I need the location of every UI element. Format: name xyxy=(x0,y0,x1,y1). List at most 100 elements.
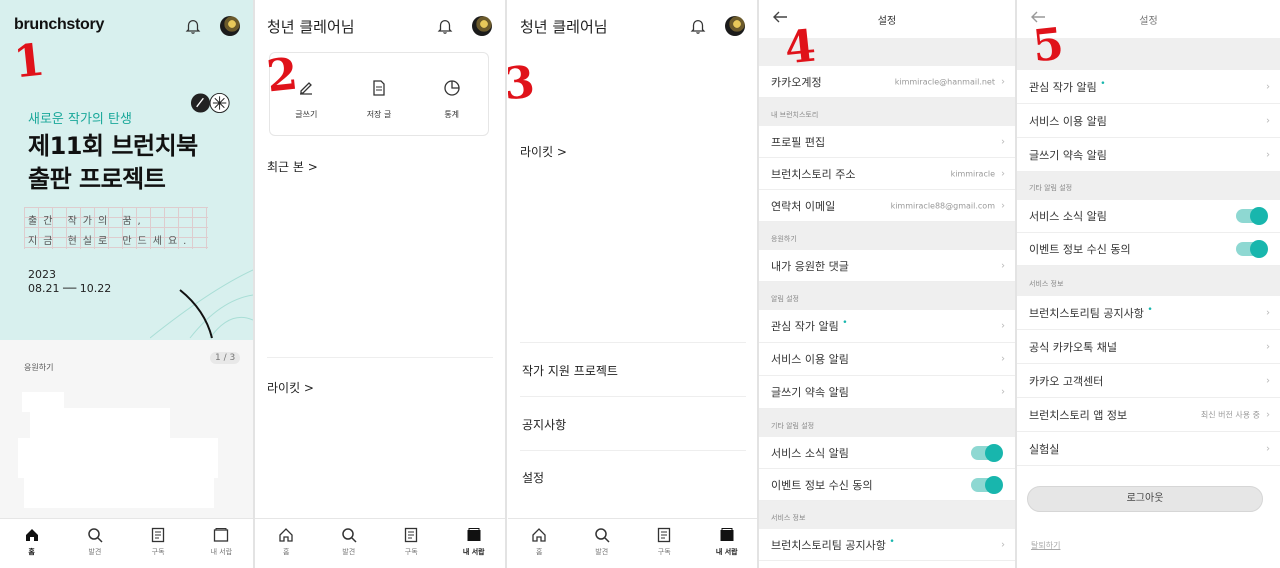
row-kakao-cs[interactable]: 카카오 고객센터 › xyxy=(1017,364,1280,398)
tab-label: 홈 xyxy=(28,548,35,556)
saved-posts-button[interactable]: 저장 글 xyxy=(343,53,416,135)
avatar[interactable] xyxy=(472,16,492,36)
logout-button[interactable]: 로그아웃 xyxy=(1027,486,1263,512)
panel-settings-bottom: 설정 관심 작가 알림 • › 서비스 이용 알림 › 글쓰기 약속 알림 › … xyxy=(1017,0,1280,568)
chevron-right-icon: › xyxy=(1266,115,1270,126)
banner-subtitle: 새로운 작가의 탄생 xyxy=(28,112,132,127)
step-number: 1 xyxy=(11,34,48,89)
tab-subscribe[interactable]: 구독 xyxy=(127,519,190,568)
search-icon xyxy=(88,528,103,543)
likeit-link[interactable]: 라이킷 > xyxy=(520,143,567,160)
row-service-use-alarm[interactable]: 서비스 이용 알림 › xyxy=(759,343,1015,376)
search-icon xyxy=(342,528,357,543)
tab-label: 발견 xyxy=(88,548,102,556)
stats-label: 통계 xyxy=(444,110,460,119)
chevron-right-icon: › xyxy=(1266,375,1270,386)
row-label-text: 브런치스토리팀 공지사항 xyxy=(771,538,886,552)
tab-subscribe[interactable]: 구독 xyxy=(633,519,696,568)
group-header: 응원하기 xyxy=(759,222,1015,250)
row-contact-email[interactable]: 연락처 이메일 kimmiracle88@gmail.com › xyxy=(759,190,1015,222)
row-writing-promise-alarm[interactable]: 글쓰기 약속 알림 › xyxy=(1017,138,1280,172)
write-label: 글쓰기 xyxy=(295,110,318,119)
toggle-switch[interactable] xyxy=(971,443,1003,462)
new-dot-icon: • xyxy=(1147,304,1153,315)
home-icon xyxy=(25,529,38,541)
toggle-switch[interactable] xyxy=(1236,240,1268,258)
drawer-icon xyxy=(467,528,481,541)
row-value: kimmiracle@hanmail.net xyxy=(894,77,995,86)
toggle-switch[interactable] xyxy=(1236,207,1268,225)
row-brunch-address[interactable]: 브런치스토리 주소 kimmiracle › xyxy=(759,158,1015,190)
row-label-text: 브런치스토리팀 공지사항 xyxy=(1029,306,1144,320)
row-label: 실험실 xyxy=(1029,442,1060,456)
saved-label: 저장 글 xyxy=(366,110,392,119)
row-writing-promise-alarm[interactable]: 글쓰기 약속 알림 › xyxy=(759,376,1015,409)
menu-settings[interactable]: 설정 xyxy=(522,469,544,486)
likeit-link[interactable]: 라이킷 > xyxy=(267,379,314,396)
tab-label: 발견 xyxy=(342,548,356,556)
bell-icon[interactable] xyxy=(184,17,202,35)
menu-notice[interactable]: 공지사항 xyxy=(522,416,566,433)
tab-home[interactable]: 홈 xyxy=(0,519,63,568)
recent-viewed-link[interactable]: 최근 본 > xyxy=(267,158,318,175)
tab-bar: 홈 발견 구독 내 서랍 xyxy=(255,518,505,568)
row-team-notice[interactable]: 브런치스토리팀 공지사항 • › xyxy=(759,529,1015,561)
home-icon xyxy=(279,528,293,542)
tab-drawer[interactable]: 내 서랍 xyxy=(190,519,253,568)
chevron-right-icon: › xyxy=(1266,409,1270,420)
chevron-right-icon: › xyxy=(1001,260,1005,271)
stats-button[interactable]: 통계 xyxy=(415,53,488,135)
avatar[interactable] xyxy=(725,16,745,36)
panel-my-drawer-scrolled: 청년 클레어님 3 라이킷 > 작가 지원 프로젝트 공지사항 설정 홈 발견 … xyxy=(508,0,758,568)
tab-drawer[interactable]: 내 서랍 xyxy=(443,519,506,568)
chevron-right-icon: › xyxy=(1001,539,1005,550)
withdraw-link[interactable]: 탈퇴하기 xyxy=(1031,540,1060,551)
tab-home[interactable]: 홈 xyxy=(255,519,318,568)
tab-subscribe[interactable]: 구독 xyxy=(380,519,443,568)
banner-title-line2: 출판 프로젝트 xyxy=(28,165,166,193)
row-cheer-comments[interactable]: 내가 응원한 댓글 › xyxy=(759,250,1015,282)
row-lab[interactable]: 실험실 › xyxy=(1017,432,1280,466)
row-label: 브런치스토리팀 공지사항 • xyxy=(771,537,895,553)
row-fav-author-alarm[interactable]: 관심 작가 알림 • › xyxy=(759,310,1015,343)
new-dot-icon: • xyxy=(1100,78,1106,89)
row-kakao-channel[interactable]: 공식 카카오톡 채널 › xyxy=(1017,330,1280,364)
document-icon xyxy=(373,80,385,96)
tab-discover[interactable]: 발견 xyxy=(318,519,381,568)
chevron-right-icon: › xyxy=(1001,353,1005,365)
group-header: 기타 알림 설정 xyxy=(759,409,1015,437)
bell-icon[interactable] xyxy=(436,17,454,35)
section-label: 응원하기 xyxy=(24,363,54,372)
row-label: 연락처 이메일 xyxy=(771,199,836,213)
tab-drawer[interactable]: 내 서랍 xyxy=(696,519,759,568)
tab-label: 구독 xyxy=(404,548,418,556)
row-app-info[interactable]: 브런치스토리 앱 정보 최신 버전 사용 중 › xyxy=(1017,398,1280,432)
menu-author-support[interactable]: 작가 지원 프로젝트 xyxy=(522,362,618,379)
tab-label: 내 서랍 xyxy=(462,548,485,556)
chevron-right-icon: › xyxy=(1266,307,1270,318)
tab-label: 구독 xyxy=(657,548,671,556)
tab-home[interactable]: 홈 xyxy=(508,519,571,568)
row-profile-edit[interactable]: 프로필 편집 › xyxy=(759,126,1015,158)
panel-home: brunchstory 1 새로운 작가의 탄생 제11회 브런치북 출판 프로… xyxy=(0,0,253,568)
step-number: 4 xyxy=(782,20,819,75)
tab-discover[interactable]: 발견 xyxy=(63,519,126,568)
row-fav-author-alarm[interactable]: 관심 작가 알림 • › xyxy=(1017,70,1280,104)
row-label: 서비스 소식 알림 xyxy=(771,446,849,460)
bell-icon[interactable] xyxy=(689,17,707,35)
row-label: 브런치스토리 앱 정보 xyxy=(1029,408,1128,422)
avatar[interactable] xyxy=(220,16,240,36)
page-title: 청년 클레어님 xyxy=(267,18,355,36)
tab-label: 홈 xyxy=(283,548,290,556)
row-label-text: 관심 작가 알림 xyxy=(771,320,839,333)
row-team-notice[interactable]: 브런치스토리팀 공지사항 • › xyxy=(1017,296,1280,330)
toggle-switch[interactable] xyxy=(971,475,1003,494)
row-service-use-alarm[interactable]: 서비스 이용 알림 › xyxy=(1017,104,1280,138)
chevron-right-icon: › xyxy=(1001,168,1005,179)
banner-grid-line2: 지금 현실로 만드세요. xyxy=(28,236,193,247)
row-label: 프로필 편집 xyxy=(771,135,826,149)
tab-discover[interactable]: 발견 xyxy=(571,519,634,568)
row-label: 글쓰기 약속 알림 xyxy=(1029,148,1107,162)
tab-label: 구독 xyxy=(151,548,165,556)
chevron-right-icon: › xyxy=(1001,386,1005,398)
